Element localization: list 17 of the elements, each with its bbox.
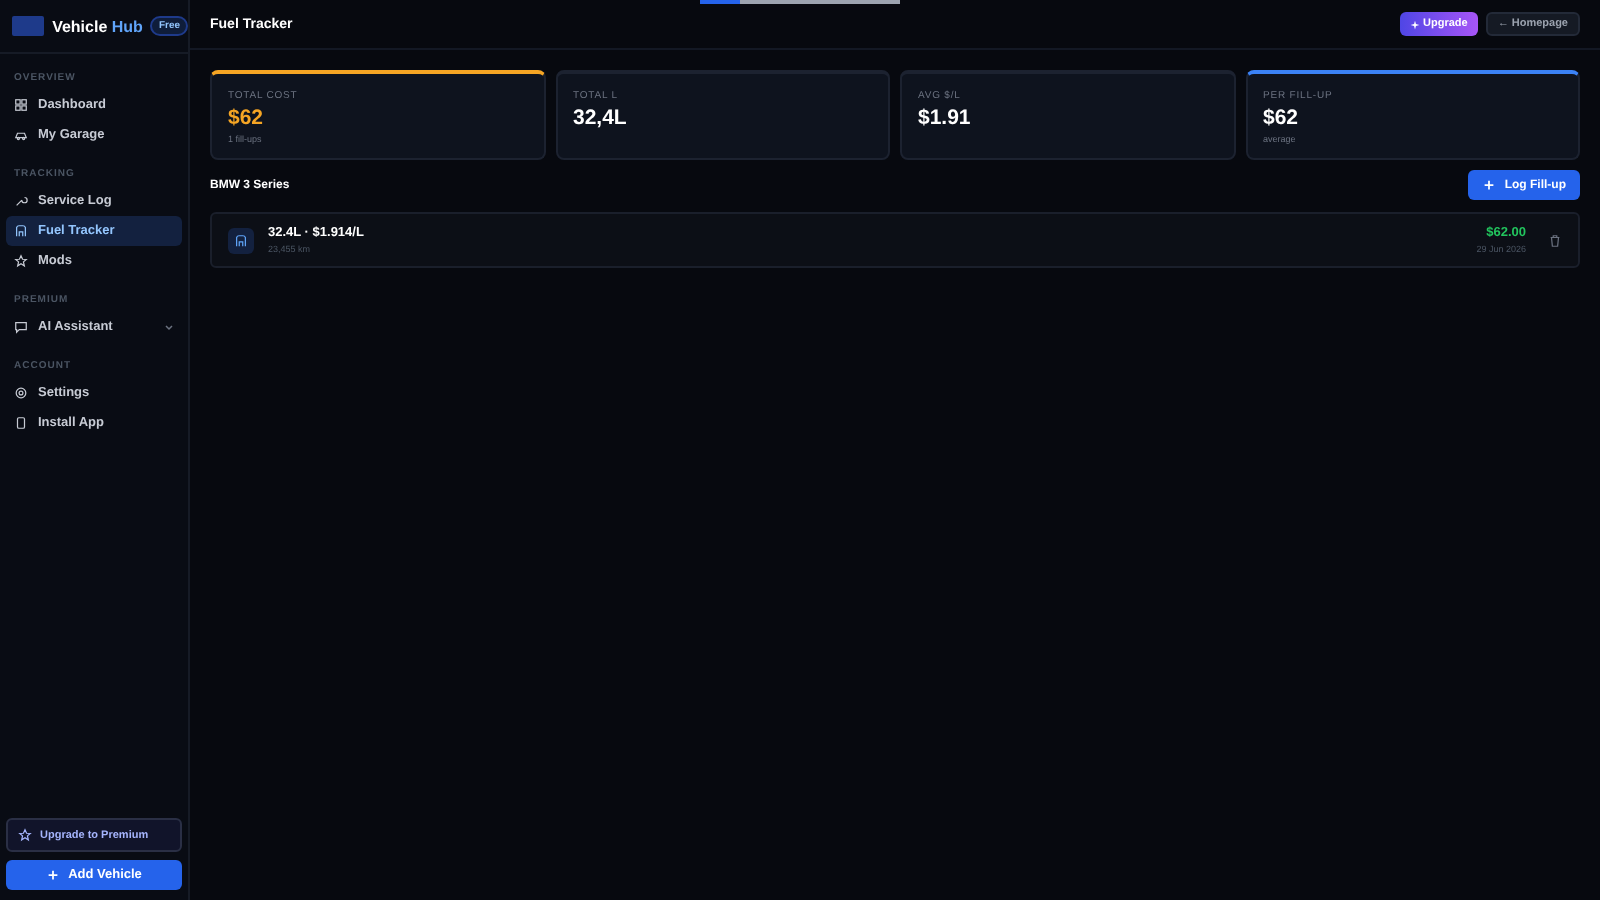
stat-value: $62	[1263, 106, 1301, 130]
settings-icon	[14, 386, 28, 400]
chat-icon	[14, 320, 28, 334]
star-icon	[18, 828, 32, 842]
plus-icon	[1482, 178, 1497, 192]
sparkle-icon	[1409, 19, 1420, 29]
logo-icon	[12, 16, 45, 36]
trash-icon[interactable]	[1548, 233, 1562, 247]
stat-value: 32,4L	[573, 106, 629, 130]
grid-icon	[14, 98, 28, 112]
phone-icon	[14, 416, 28, 430]
stat-value: $62	[228, 106, 266, 130]
brand-name: Vehicle Hub	[52, 17, 143, 35]
star-icon	[14, 254, 28, 268]
stat-value: $1.91	[918, 106, 973, 130]
plus-icon	[46, 868, 61, 882]
car-icon	[14, 128, 28, 142]
